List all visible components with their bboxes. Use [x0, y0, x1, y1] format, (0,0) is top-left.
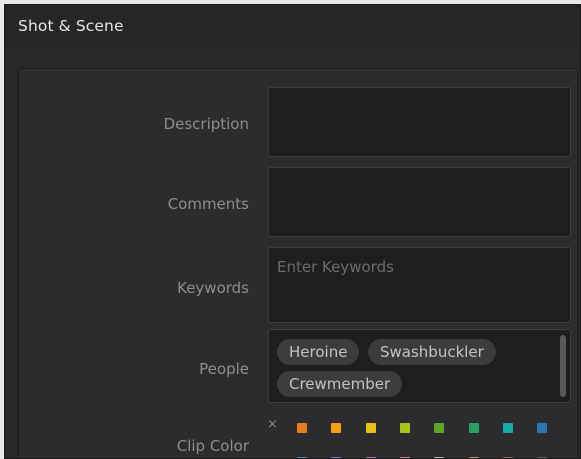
- clip-color-label: Clip Color: [176, 437, 249, 455]
- comments-label: Comments: [167, 195, 249, 213]
- clip-color-swatch[interactable]: [469, 423, 479, 433]
- people-tag[interactable]: Heroine: [277, 339, 360, 365]
- people-label: People: [199, 360, 249, 378]
- keywords-field[interactable]: Enter Keywords: [268, 247, 571, 323]
- keywords-placeholder: Enter Keywords: [277, 258, 394, 276]
- panel-header: Shot & Scene: [5, 5, 580, 49]
- people-tag[interactable]: Swashbuckler: [368, 339, 496, 365]
- clear-color-icon[interactable]: ×: [267, 417, 278, 432]
- clip-color-swatch[interactable]: [537, 423, 547, 433]
- clip-color-swatch[interactable]: [366, 423, 376, 433]
- people-tag[interactable]: Crewmember: [277, 371, 403, 397]
- description-field[interactable]: [268, 87, 571, 157]
- clip-color-swatch[interactable]: [503, 423, 513, 433]
- clip-color-swatch[interactable]: [434, 423, 444, 433]
- clip-color-swatch[interactable]: [297, 423, 307, 433]
- metadata-fields: Description Comments Keywords Enter Keyw…: [18, 68, 578, 458]
- description-label: Description: [163, 115, 249, 133]
- keywords-label: Keywords: [177, 279, 249, 297]
- clip-color-swatch[interactable]: [400, 423, 410, 433]
- shot-scene-panel: Shot & Scene Description Comments Keywor…: [4, 4, 581, 459]
- people-scrollbar[interactable]: [560, 335, 566, 397]
- comments-field[interactable]: [268, 167, 571, 237]
- clip-color-swatch[interactable]: [331, 423, 341, 433]
- panel-title: Shot & Scene: [18, 17, 124, 35]
- people-field[interactable]: Heroine Swashbuckler Crewmember: [268, 329, 571, 403]
